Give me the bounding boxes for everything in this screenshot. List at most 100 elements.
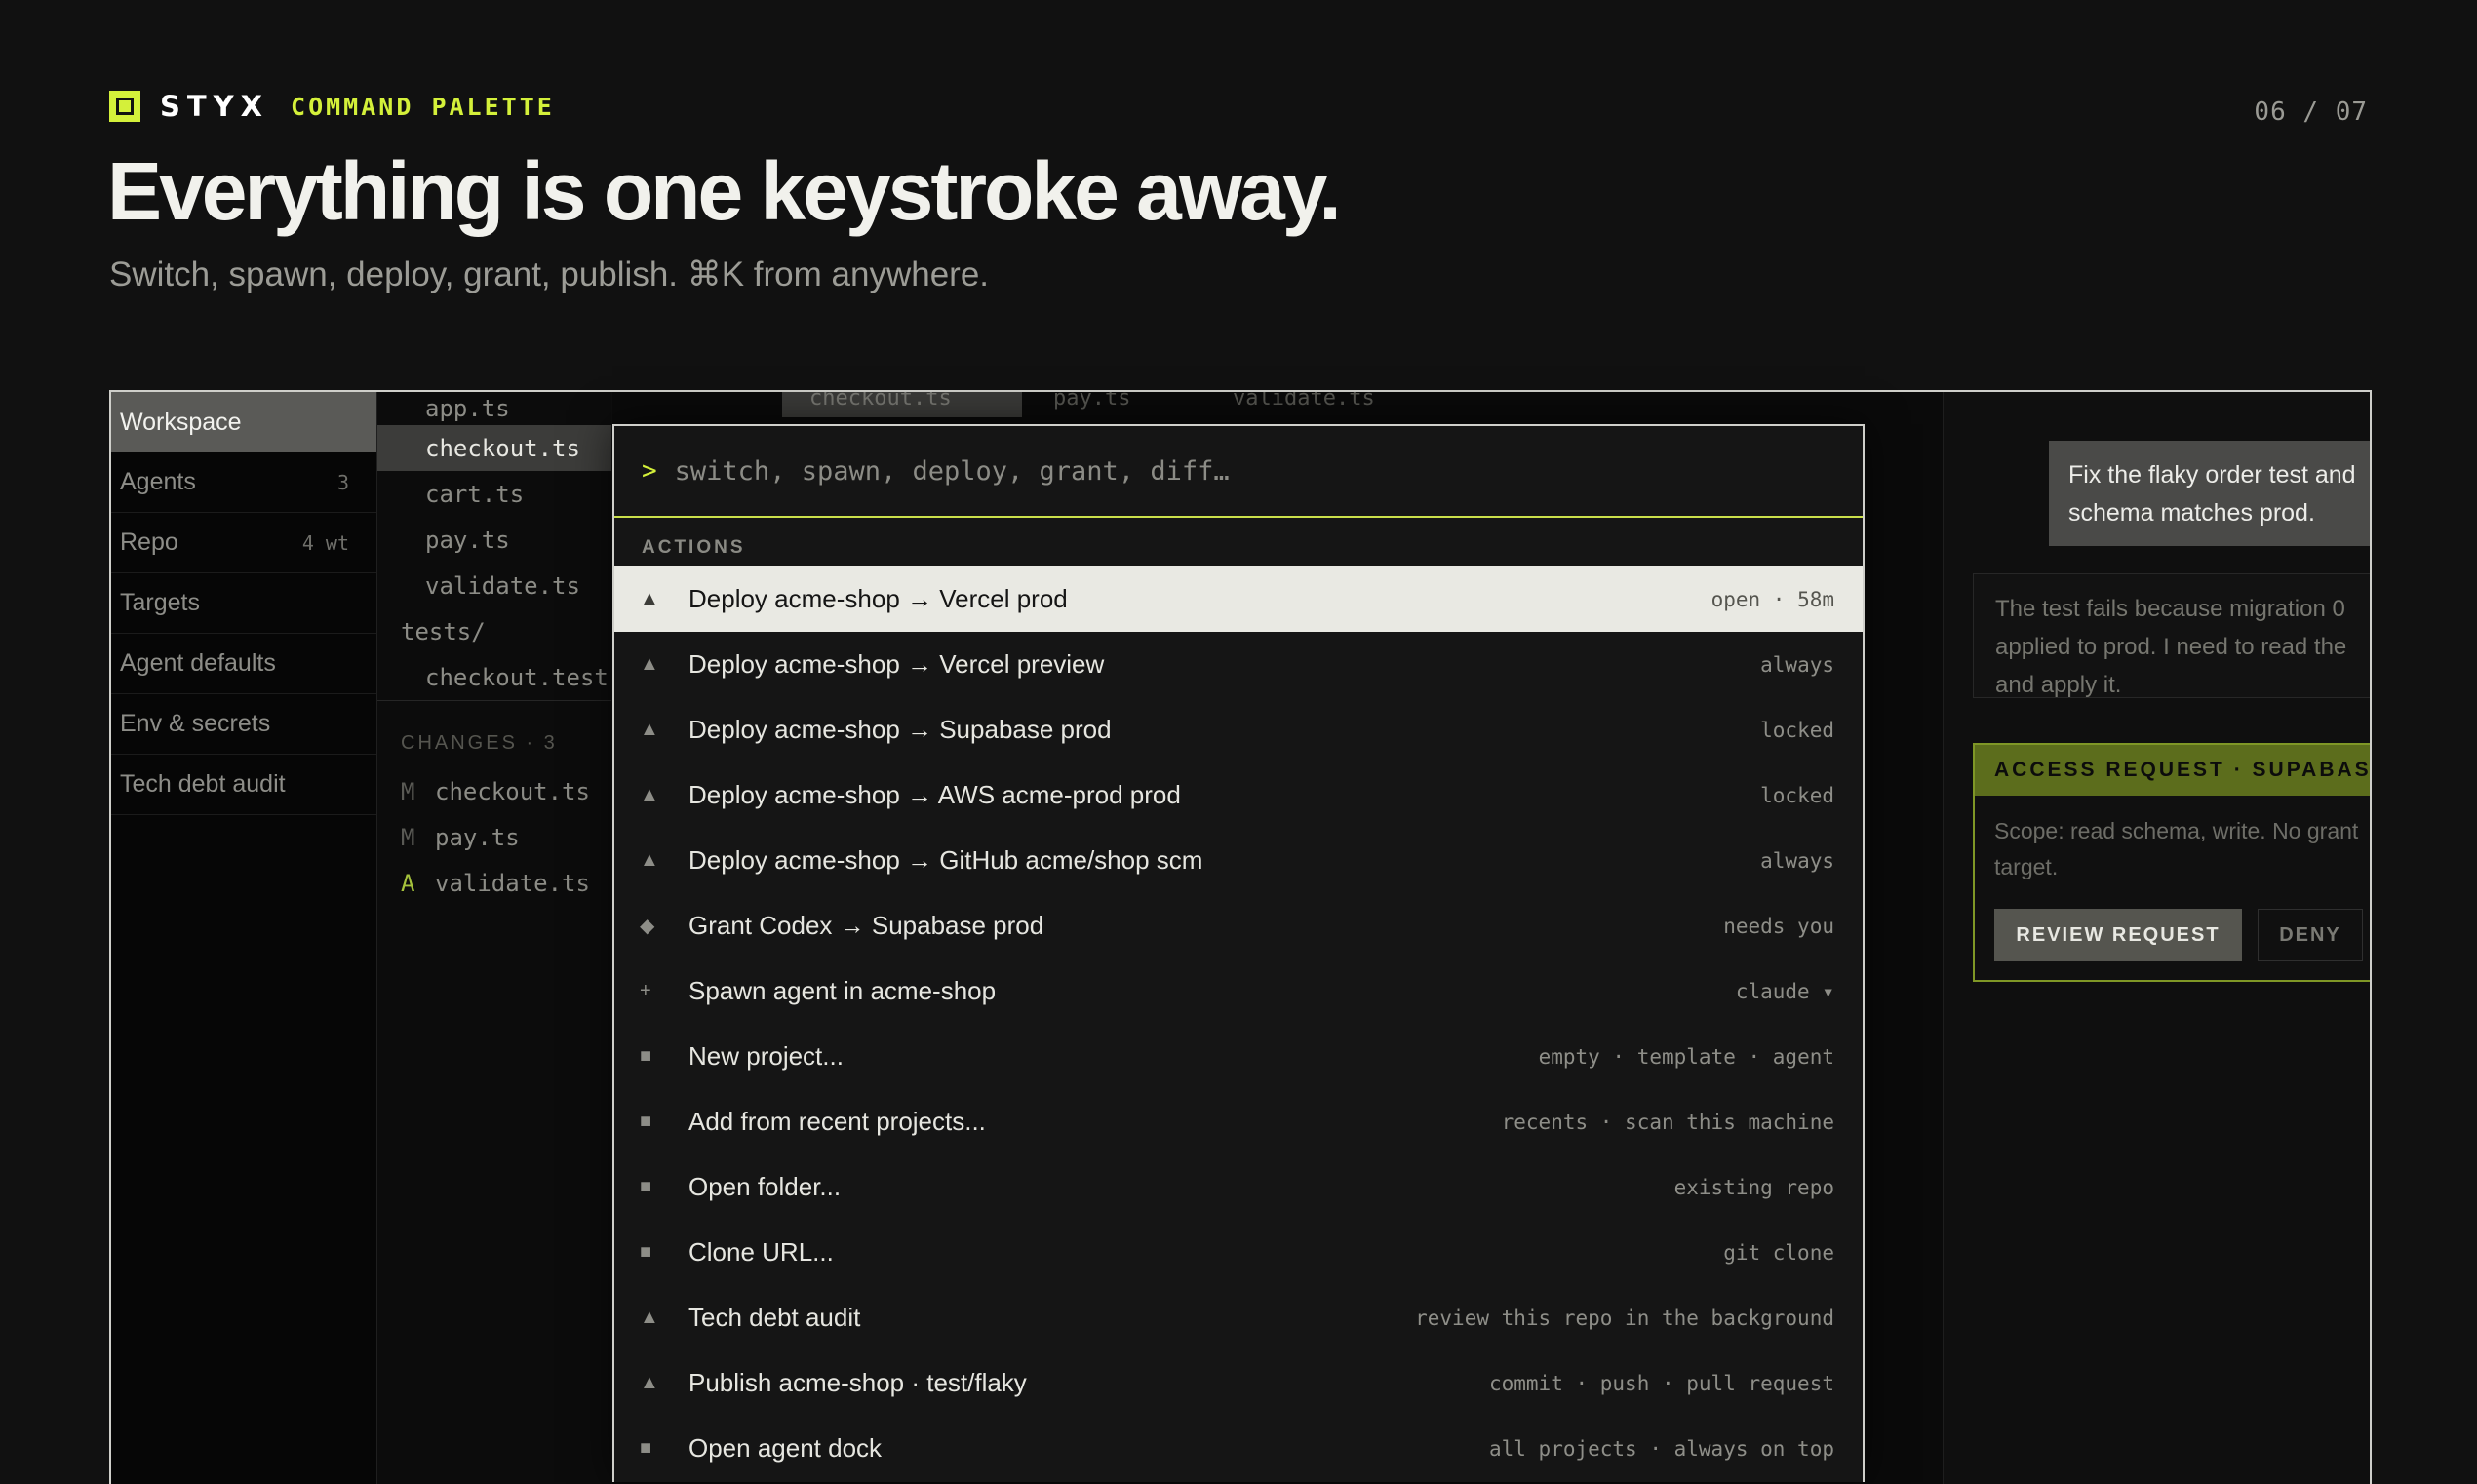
square-icon: ■	[640, 1111, 652, 1132]
file-item-selected[interactable]: checkout.ts	[377, 425, 611, 471]
sidebar-item-label: Tech debt audit	[120, 770, 286, 798]
triangle-icon: ▲	[640, 653, 659, 675]
plus-icon: +	[640, 980, 651, 1001]
command-item-deploy-vercel-prod[interactable]: ▲ Deploy acme-shop → Vercel prod open · …	[614, 566, 1863, 632]
command-label: Clone URL...	[688, 1237, 834, 1267]
command-hint: empty · template · agent	[1538, 1044, 1834, 1069]
command-hint: needs you	[1723, 914, 1834, 938]
sidebar-item-label: Targets	[120, 589, 200, 616]
command-label: New project...	[688, 1041, 844, 1071]
sidebar-item-label: Agent defaults	[120, 649, 276, 677]
command-label: Tech debt audit	[688, 1303, 861, 1332]
sidebar-item-label: Agents	[120, 468, 196, 495]
changed-file[interactable]: M checkout.ts	[377, 768, 611, 814]
square-icon: ■	[640, 1241, 652, 1263]
agent-message-line: The test fails because migration 0	[1995, 596, 2345, 622]
command-hint: recents · scan this machine	[1501, 1110, 1834, 1134]
page-title: Everything is one keystroke away.	[107, 145, 1342, 237]
editor-tab-checkout[interactable]: checkout.ts	[782, 392, 1022, 417]
triangle-icon: ▲	[640, 784, 659, 805]
section-label: COMMAND PALETTE	[291, 92, 555, 121]
file-item[interactable]: app.ts	[377, 392, 611, 425]
review-request-button[interactable]: REVIEW REQUEST	[1994, 909, 2242, 961]
access-scope-line: target.	[1994, 854, 2059, 879]
brand-name: STYX	[160, 90, 270, 123]
deny-button[interactable]: DENY	[2258, 909, 2363, 961]
file-item[interactable]: cart.ts	[377, 471, 611, 517]
sidebar-item-targets[interactable]: Targets	[111, 573, 376, 634]
palette-search-bar[interactable]: >	[614, 426, 1863, 518]
command-hint: always	[1760, 652, 1834, 677]
command-item-add-recent[interactable]: ■ Add from recent projects... recents · …	[614, 1089, 1863, 1154]
sidebar-item-workspace[interactable]: Workspace	[111, 392, 376, 452]
sidebar-item-repo[interactable]: Repo 4 wt	[111, 513, 376, 573]
square-icon: ■	[640, 1045, 652, 1067]
changed-file[interactable]: A validate.ts	[377, 860, 611, 906]
square-icon: ■	[640, 1176, 652, 1197]
sidebar-item-tech-debt-audit[interactable]: Tech debt audit	[111, 755, 376, 815]
triangle-icon: ▲	[640, 719, 659, 740]
file-item[interactable]: pay.ts	[377, 517, 611, 563]
sidebar-item-agent-defaults[interactable]: Agent defaults	[111, 634, 376, 694]
palette-search-input[interactable]	[674, 455, 1748, 487]
command-item-new-project[interactable]: ■ New project... empty · template · agen…	[614, 1024, 1863, 1089]
file-tree: app.ts checkout.ts cart.ts pay.ts valida…	[377, 392, 650, 1484]
status-modified: M	[401, 777, 415, 805]
command-item-open-agent-dock[interactable]: ■ Open agent dock all projects · always …	[614, 1416, 1863, 1481]
command-label: Deploy acme-shop → Vercel prod	[688, 584, 1068, 613]
command-label: Open agent dock	[688, 1433, 883, 1463]
page-subtitle: Switch, spawn, deploy, grant, publish. ⌘…	[109, 255, 990, 293]
agent-model-dropdown[interactable]: claude ▾	[1736, 980, 1834, 1003]
styx-logo-icon	[109, 91, 140, 122]
command-label: Deploy acme-shop → AWS acme-prod prod	[688, 780, 1181, 809]
sidebar-item-label: Env & secrets	[120, 710, 271, 737]
status-added: A	[401, 869, 415, 897]
command-item-tech-debt-audit[interactable]: ▲ Tech debt audit review this repo in th…	[614, 1285, 1863, 1350]
command-item-deploy-aws-prod[interactable]: ▲ Deploy acme-shop → AWS acme-prod prod …	[614, 762, 1863, 828]
sidebar-item-label: Repo	[120, 528, 178, 556]
triangle-icon: ▲	[640, 849, 659, 871]
sidebar-item-env-secrets[interactable]: Env & secrets	[111, 694, 376, 755]
command-palette: > ACTIONS ▲ Deploy acme-shop → Vercel pr…	[612, 424, 1865, 1482]
access-scope-line: Scope: read schema, write. No grant	[1994, 818, 2359, 843]
user-message-line: schema matches prod.	[2068, 499, 2315, 527]
command-label: Publish acme-shop · test/flaky	[688, 1368, 1027, 1397]
sidebar-item-count: 4 wt	[301, 530, 349, 555]
changed-file[interactable]: M pay.ts	[377, 814, 611, 860]
access-request-header: ACCESS REQUEST · SUPABASE PROD	[1975, 745, 2370, 796]
command-hint: locked	[1760, 718, 1834, 742]
command-hint: commit · push · pull request	[1488, 1371, 1834, 1395]
access-request-scope: Scope: read schema, write. No grant targ…	[1975, 796, 2370, 885]
command-item-deploy-vercel-preview[interactable]: ▲ Deploy acme-shop → Vercel preview alwa…	[614, 632, 1863, 697]
sidebar-item-agents[interactable]: Agents 3	[111, 452, 376, 513]
command-item-clone-url[interactable]: ■ Clone URL... git clone	[614, 1220, 1863, 1285]
command-item-open-folder[interactable]: ■ Open folder... existing repo	[614, 1154, 1863, 1220]
command-hint: always	[1760, 848, 1834, 873]
brand: STYX COMMAND PALETTE	[109, 90, 555, 123]
access-request-card: ACCESS REQUEST · SUPABASE PROD Scope: re…	[1973, 743, 2370, 982]
command-label: Spawn agent in acme-shop	[688, 976, 997, 1005]
command-label: Deploy acme-shop → Supabase prod	[688, 715, 1112, 744]
command-item-grant-codex[interactable]: ◆ Grant Codex → Supabase prod needs you	[614, 893, 1863, 958]
editor-tab-validate[interactable]: validate.ts	[1205, 392, 1449, 417]
palette-section-label: ACTIONS	[642, 537, 746, 558]
command-item-spawn-agent[interactable]: + Spawn agent in acme-shop claude ▾	[614, 958, 1863, 1024]
command-label: Deploy acme-shop → Vercel preview	[688, 649, 1105, 679]
user-message: Fix the flaky order test and schema matc…	[2049, 441, 2370, 546]
command-hint: open · 58m	[1710, 587, 1834, 611]
command-label: Deploy acme-shop → GitHub acme/shop scm	[688, 845, 1203, 875]
square-icon: ■	[640, 1437, 652, 1459]
prompt-icon: >	[642, 456, 657, 486]
command-item-publish[interactable]: ▲ Publish acme-shop · test/flaky commit …	[614, 1350, 1863, 1416]
command-label: Open folder...	[688, 1172, 842, 1201]
file-item[interactable]: validate.ts	[377, 563, 611, 608]
command-item-deploy-supabase-prod[interactable]: ▲ Deploy acme-shop → Supabase prod locke…	[614, 697, 1863, 762]
user-message-line: Fix the flaky order test and	[2068, 461, 2356, 488]
command-hint: review this repo in the background	[1415, 1306, 1834, 1330]
file-item[interactable]: checkout.test.ts	[377, 654, 650, 700]
folder-item[interactable]: tests/	[377, 608, 611, 654]
editor-tab-pay[interactable]: pay.ts	[1026, 392, 1201, 417]
changed-file-name: pay.ts	[435, 823, 520, 851]
command-item-deploy-github-scm[interactable]: ▲ Deploy acme-shop → GitHub acme/shop sc…	[614, 828, 1863, 893]
status-modified: M	[401, 823, 415, 851]
